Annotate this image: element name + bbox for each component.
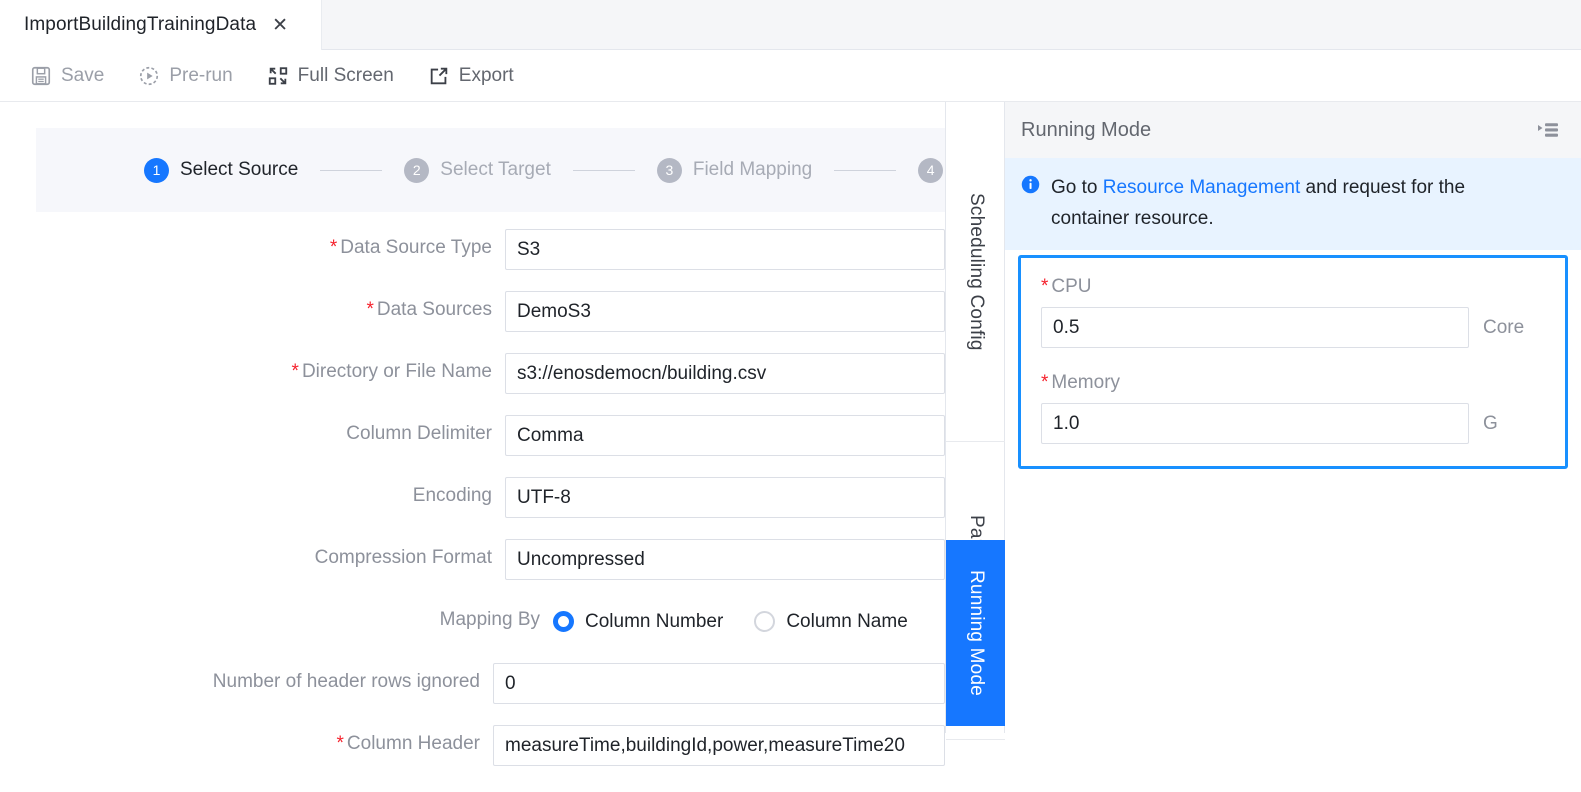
side-tab-label: Scheduling Config	[965, 193, 987, 351]
side-tab-scheduling-config[interactable]: Scheduling Config	[946, 102, 1006, 442]
radio-label: Column Number	[585, 611, 723, 633]
data-source-type-input[interactable]: S3	[505, 229, 945, 270]
field-label: *Column Header	[0, 724, 493, 764]
radio-column-number[interactable]: Column Number	[553, 611, 723, 633]
toolbar: Save Pre-run Full Screen Export	[0, 50, 1581, 102]
close-icon[interactable]: ✕	[272, 16, 288, 35]
alert-text: Go to Resource Management and request fo…	[1051, 172, 1541, 234]
required-marker: *	[1041, 276, 1048, 297]
right-panel-header: Running Mode	[1005, 102, 1581, 158]
main-content: 1 Select Source 2 Select Target 3 Field …	[0, 102, 945, 792]
tab-strip: ImportBuildingTrainingData ✕	[0, 0, 1581, 50]
field-label: Column Delimiter	[0, 414, 505, 454]
export-icon	[428, 65, 450, 87]
menu-indent-icon[interactable]	[1537, 121, 1559, 139]
step-select-source[interactable]: 1 Select Source	[144, 158, 298, 183]
document-tab-label: ImportBuildingTrainingData	[24, 14, 256, 36]
field-compression-format: Compression Format Uncompressed	[0, 538, 945, 600]
field-data-source-type: *Data Source Type S3	[0, 228, 945, 290]
memory-field: 1.0 G	[1041, 403, 1545, 444]
pre-run-button[interactable]: Pre-run	[138, 65, 232, 87]
radio-dot-icon	[754, 611, 775, 632]
field-label: Mapping By	[0, 600, 553, 640]
step-field-mapping[interactable]: 3 Field Mapping	[657, 158, 812, 183]
alert-prefix: Go to	[1051, 177, 1103, 198]
field-label: *Directory or File Name	[0, 352, 505, 392]
memory-unit: G	[1483, 413, 1498, 435]
field-column-delimiter: Column Delimiter Comma	[0, 414, 945, 476]
save-label: Save	[61, 65, 104, 87]
field-label: Number of header rows ignored	[0, 662, 493, 702]
field-header-rows-ignored: Number of header rows ignored 0	[0, 662, 945, 724]
field-encoding: Encoding UTF-8	[0, 476, 945, 538]
stepper: 1 Select Source 2 Select Target 3 Field …	[36, 128, 945, 212]
encoding-input[interactable]: UTF-8	[505, 477, 945, 518]
pre-run-label: Pre-run	[169, 65, 232, 87]
full-screen-icon	[267, 65, 289, 87]
step-connector	[834, 170, 896, 171]
directory-or-file-name-input[interactable]: s3://enosdemocn/building.csv	[505, 353, 945, 394]
resource-management-link[interactable]: Resource Management	[1103, 177, 1301, 198]
save-button[interactable]: Save	[30, 65, 104, 87]
field-column-header: *Column Header measureTime,buildingId,po…	[0, 724, 945, 786]
export-button[interactable]: Export	[428, 65, 514, 87]
right-panel: Running Mode Go to Resource Management a…	[1005, 102, 1581, 792]
step-label: Select Target	[440, 159, 551, 181]
field-directory-or-file-name: *Directory or File Name s3://enosdemocn/…	[0, 352, 945, 414]
required-marker: *	[292, 361, 299, 382]
cpu-label: *CPU	[1041, 276, 1545, 298]
step-label: Select Source	[180, 159, 298, 181]
field-label: Encoding	[0, 476, 505, 516]
required-marker: *	[1041, 372, 1048, 393]
field-mapping-by: Mapping By Column Number Column Name	[0, 600, 945, 662]
full-screen-button[interactable]: Full Screen	[267, 65, 394, 87]
cpu-unit: Core	[1483, 317, 1524, 339]
export-label: Export	[459, 65, 514, 87]
field-label: Compression Format	[0, 538, 505, 578]
side-tab-rail: Scheduling Config Parameter Config Runni…	[945, 102, 1005, 733]
side-tab-running-mode[interactable]: Running Mode	[946, 540, 1006, 726]
memory-label: *Memory	[1041, 372, 1545, 394]
column-delimiter-input[interactable]: Comma	[505, 415, 945, 456]
step-number: 3	[657, 158, 682, 183]
step-connector	[573, 170, 635, 171]
save-icon	[30, 65, 52, 87]
field-data-sources: *Data Sources DemoS3	[0, 290, 945, 352]
field-label: *Data Sources	[0, 290, 505, 330]
radio-dot-icon	[553, 611, 574, 632]
required-marker: *	[337, 733, 344, 754]
source-form: *Data Source Type S3 *Data Sources DemoS…	[0, 228, 945, 786]
radio-label: Column Name	[786, 611, 907, 633]
step-select-target[interactable]: 2 Select Target	[404, 158, 551, 183]
pre-run-icon	[138, 65, 160, 87]
step-four[interactable]: 4	[918, 158, 945, 183]
resource-info-alert: Go to Resource Management and request fo…	[1005, 158, 1581, 250]
right-panel-title: Running Mode	[1021, 119, 1151, 142]
info-circle-icon	[1021, 175, 1040, 194]
step-number: 2	[404, 158, 429, 183]
step-label: Field Mapping	[693, 159, 812, 181]
cpu-field: 0.5 Core	[1041, 307, 1545, 348]
step-number: 1	[144, 158, 169, 183]
radio-column-name[interactable]: Column Name	[754, 611, 907, 633]
resource-config-box: *CPU 0.5 Core *Memory 1.0 G	[1018, 255, 1568, 469]
full-screen-label: Full Screen	[298, 65, 394, 87]
step-connector	[320, 170, 382, 171]
column-header-input[interactable]: measureTime,buildingId,power,measureTime…	[493, 725, 945, 766]
memory-input[interactable]: 1.0	[1041, 403, 1469, 444]
compression-format-input[interactable]: Uncompressed	[505, 539, 945, 580]
cpu-input[interactable]: 0.5	[1041, 307, 1469, 348]
side-tab-label: Running Mode	[965, 570, 987, 696]
step-number: 4	[918, 158, 943, 183]
field-label: *Data Source Type	[0, 228, 505, 268]
required-marker: *	[366, 299, 373, 320]
data-sources-input[interactable]: DemoS3	[505, 291, 945, 332]
required-marker: *	[330, 237, 337, 258]
spacer	[1041, 348, 1545, 372]
document-tab[interactable]: ImportBuildingTrainingData ✕	[0, 0, 322, 50]
header-rows-ignored-input[interactable]: 0	[493, 663, 945, 704]
